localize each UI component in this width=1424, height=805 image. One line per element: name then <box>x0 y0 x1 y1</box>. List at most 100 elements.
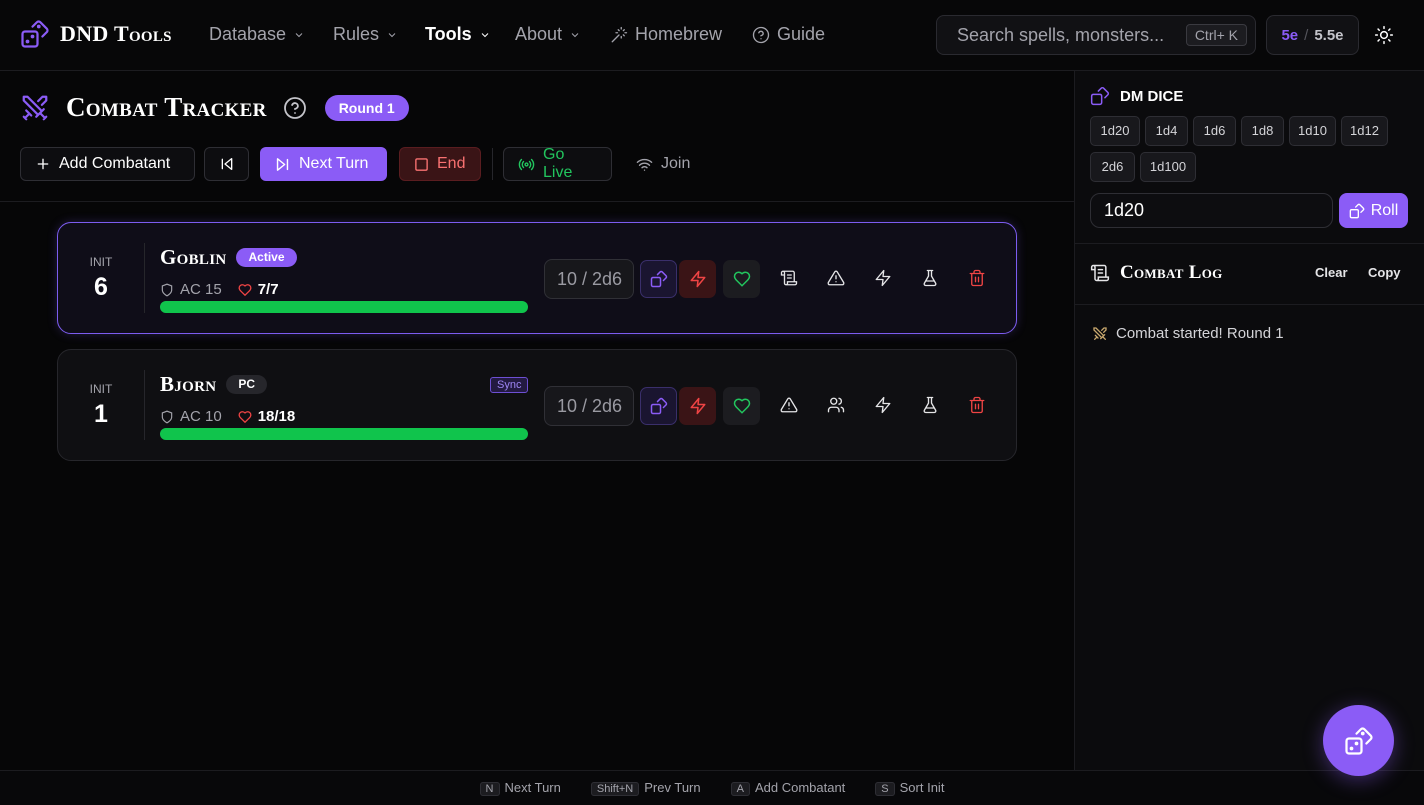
nav-about[interactable]: About <box>515 24 581 45</box>
edition-55e[interactable]: 5.5e <box>1314 27 1343 44</box>
dice-preset-1d12[interactable]: 1d12 <box>1341 116 1388 146</box>
nav-about-label: About <box>515 24 563 44</box>
zap-icon[interactable] <box>874 396 892 414</box>
dice-preset-1d8[interactable]: 1d8 <box>1241 116 1284 146</box>
broadcast-icon <box>518 156 535 173</box>
alert-triangle-icon[interactable] <box>827 269 845 287</box>
shortcut-label: Sort Init <box>899 779 945 795</box>
init-value[interactable]: 1 <box>94 400 108 429</box>
shield-icon <box>160 283 174 297</box>
trash-icon[interactable] <box>968 269 986 287</box>
shortcut-next-turn: N Next Turn <box>479 780 561 797</box>
flask-icon[interactable] <box>921 396 939 414</box>
nav-rules[interactable]: Rules <box>333 24 398 45</box>
users-icon[interactable] <box>827 396 845 414</box>
active-badge: Active <box>236 248 297 267</box>
edition-toggle[interactable]: 5e / 5.5e <box>1266 15 1359 55</box>
heart-icon <box>238 283 252 297</box>
keyboard-shortcuts-bar: N Next Turn Shift+N Prev Turn A Add Combata… <box>0 770 1424 805</box>
log-entry-text: Combat started! Round 1 <box>1116 325 1284 342</box>
flask-icon[interactable] <box>921 269 939 287</box>
edition-separator: / <box>1304 26 1309 44</box>
init-label: INIT <box>89 381 113 396</box>
nav-homebrew[interactable]: Homebrew <box>610 24 722 45</box>
hit-points: 18/18 <box>257 408 296 425</box>
go-live-button[interactable]: Go Live <box>503 146 612 181</box>
heart-icon <box>733 270 751 288</box>
nav-guide[interactable]: Guide <box>752 24 825 45</box>
skip-forward-icon <box>274 156 291 173</box>
pc-badge: PC <box>226 375 268 394</box>
heal-button[interactable] <box>723 387 760 425</box>
dice-preset-1d4[interactable]: 1d4 <box>1145 116 1188 146</box>
dice-expression-input[interactable]: 1d20 <box>1090 193 1333 228</box>
search-shortcut: Ctrl+ K <box>1185 24 1247 46</box>
sync-badge[interactable]: Sync <box>490 377 529 393</box>
shortcut-key: A <box>730 781 750 796</box>
roll-dice-button[interactable] <box>640 387 677 425</box>
armor-class: AC 10 <box>180 408 222 425</box>
combatant-stats: AC 10 18/18 <box>160 408 295 425</box>
dice-icon <box>1349 203 1365 219</box>
dice-preset-1d10[interactable]: 1d10 <box>1289 116 1336 146</box>
theme-toggle-sun-icon[interactable] <box>1374 25 1394 45</box>
clear-log-button[interactable]: Clear <box>1315 265 1348 280</box>
combatant-card-goblin[interactable]: INIT 6 Goblin Active AC 15 7/7 10 / 2d6 <box>57 222 1017 334</box>
zap-icon <box>689 270 707 288</box>
dice-preset-1d100[interactable]: 1d100 <box>1140 152 1196 182</box>
heal-button[interactable] <box>723 260 760 298</box>
previous-turn-button[interactable] <box>204 147 249 181</box>
initiative-block: INIT 1 <box>58 350 144 460</box>
combatant-name[interactable]: Bjorn <box>160 372 216 397</box>
chevron-down-icon <box>479 29 491 41</box>
skip-back-icon <box>219 156 235 172</box>
crossed-swords-icon <box>1092 326 1108 342</box>
hp-adjust-input[interactable]: 10 / 2d6 <box>544 386 634 426</box>
roll-dice-button[interactable] <box>640 260 677 298</box>
alert-triangle-icon[interactable] <box>780 396 798 414</box>
roll-button[interactable]: Roll <box>1339 193 1408 228</box>
combatant-name[interactable]: Goblin <box>160 245 226 270</box>
dice-icon <box>1090 86 1110 106</box>
initiative-block: INIT 6 <box>58 223 144 333</box>
card-divider <box>144 370 145 440</box>
hp-adjust-input[interactable]: 10 / 2d6 <box>544 259 634 299</box>
dice-preset-1d6[interactable]: 1d6 <box>1193 116 1236 146</box>
combatant-card-bjorn[interactable]: INIT 1 Bjorn PC Sync AC 10 18/18 10 / 2d… <box>57 349 1017 461</box>
nav-database[interactable]: Database <box>209 24 305 45</box>
zap-icon[interactable] <box>874 269 892 287</box>
help-icon[interactable] <box>283 96 307 120</box>
dice-icon <box>1344 726 1374 756</box>
app-logo[interactable]: DND Tools <box>20 19 172 49</box>
shortcut-key: S <box>875 781 895 796</box>
zap-icon <box>689 397 707 415</box>
floating-dice-button[interactable] <box>1323 705 1394 776</box>
header-divider <box>0 201 1074 202</box>
crossed-swords-icon <box>20 93 50 123</box>
chevron-down-icon <box>293 29 305 41</box>
nav-rules-label: Rules <box>333 24 380 44</box>
trash-icon[interactable] <box>968 396 986 414</box>
damage-button[interactable] <box>679 260 716 298</box>
nav-tools[interactable]: Tools <box>425 24 491 45</box>
dice-preset-2d6[interactable]: 2d6 <box>1090 152 1135 182</box>
dice-logo-icon <box>20 19 50 49</box>
hp-bar-fill <box>160 428 528 440</box>
shield-icon <box>160 410 174 424</box>
end-combat-button[interactable]: End <box>399 147 481 181</box>
search-placeholder: Search spells, monsters... <box>957 24 1165 45</box>
scroll-icon[interactable] <box>780 269 798 287</box>
edition-5e[interactable]: 5e <box>1281 27 1298 44</box>
damage-button[interactable] <box>679 387 716 425</box>
next-turn-label: Next Turn <box>299 155 369 172</box>
end-label: End <box>437 155 466 172</box>
add-combatant-button[interactable]: Add Combatant <box>20 147 195 181</box>
search-input[interactable]: Search spells, monsters... Ctrl+ K <box>936 15 1256 55</box>
shortcut-prev-turn: Shift+N Prev Turn <box>590 780 701 797</box>
copy-log-button[interactable]: Copy <box>1368 265 1401 280</box>
dice-preset-1d20[interactable]: 1d20 <box>1090 116 1140 146</box>
join-button[interactable]: Join <box>622 147 707 181</box>
combat-log-title: Combat Log <box>1120 262 1223 283</box>
next-turn-button[interactable]: Next Turn <box>260 147 387 181</box>
init-value[interactable]: 6 <box>94 273 108 302</box>
